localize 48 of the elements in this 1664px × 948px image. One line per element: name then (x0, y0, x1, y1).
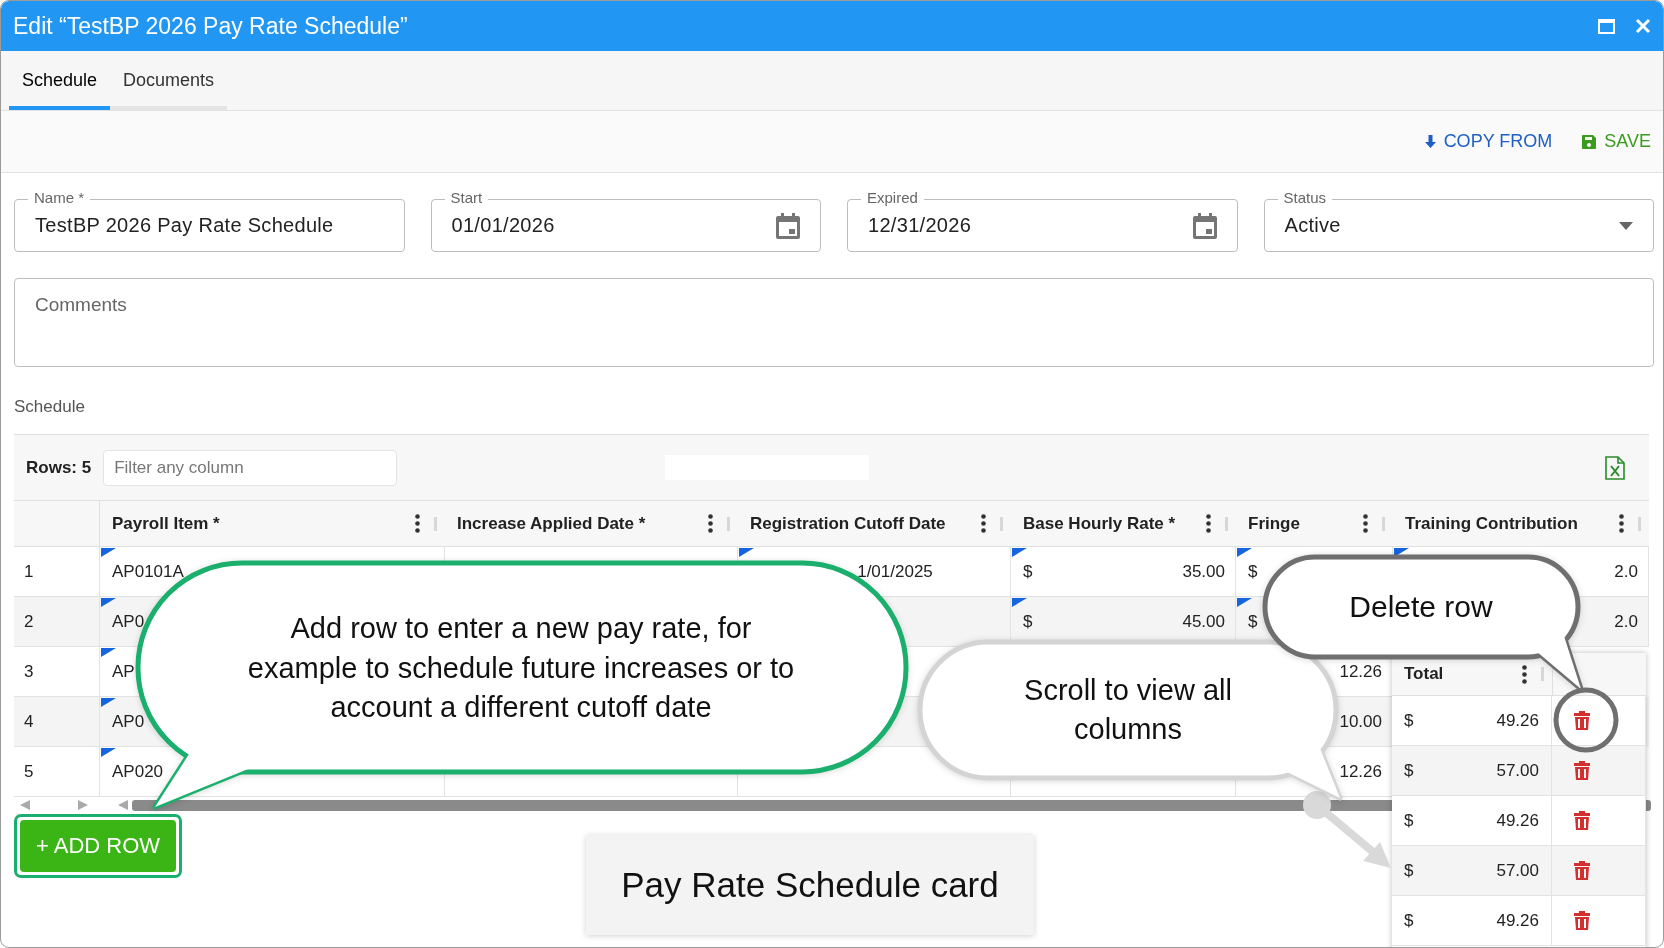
cell-text: AP0101A (112, 561, 184, 582)
currency-symbol: $ (1404, 810, 1414, 830)
amount-text: 12.26 (1339, 761, 1382, 782)
amount-text: 49.26 (1496, 810, 1539, 831)
column-header[interactable]: Registration Cutoff Date (738, 501, 1011, 546)
row-number: 5 (24, 761, 34, 782)
section-title: Schedule (14, 397, 85, 417)
amount-text: 35.00 (1182, 561, 1225, 582)
amount-text: 10.00 (1339, 711, 1382, 732)
comments-field[interactable]: Comments (14, 278, 1654, 367)
currency-symbol: $ (1248, 611, 1258, 631)
cell-text: AP0 (112, 711, 145, 732)
column-header[interactable]: Fringe (1236, 501, 1393, 546)
row-count: Rows: 5 (26, 457, 92, 478)
amount-text: 2.0 (1614, 561, 1638, 582)
amount-text: 57.00 (1496, 860, 1539, 881)
callout-text: Scroll to view all columns (1023, 672, 1233, 747)
row-number: 3 (24, 661, 34, 682)
window-title: Edit “TestBP 2026 Pay Rate Schedule” (13, 12, 409, 40)
column-header[interactable]: Increase Applied Date * (445, 501, 738, 546)
filter-field[interactable]: Filter any column (103, 449, 398, 486)
amount-text: 57.00 (1496, 760, 1539, 781)
amount-text: 49.26 (1496, 910, 1539, 931)
amount-text: 49.26 (1496, 710, 1539, 731)
amount-text: 2.0 (1614, 611, 1638, 632)
callout-text: Delete row (1349, 588, 1493, 625)
currency-symbol: $ (1404, 910, 1414, 930)
amount-text: 45.00 (1182, 611, 1225, 632)
currency-symbol: $ (1248, 561, 1258, 581)
currency-symbol: $ (1404, 760, 1414, 780)
callout-text: Add row to enter a new pay rate, for example to schedule future increases or to account a different cutoff date (246, 611, 796, 726)
caption-label: Pay Rate Schedule card (586, 835, 1034, 935)
amount-text: 12.26 (1339, 661, 1382, 682)
currency-symbol: $ (1023, 611, 1033, 631)
row-number: 1 (24, 561, 34, 582)
currency-symbol: $ (1404, 860, 1414, 880)
cell-text: AP0 (112, 611, 145, 632)
currency-symbol: $ (1023, 561, 1033, 581)
column-header[interactable]: Payroll Item * (100, 501, 445, 546)
copy-from-button[interactable]: COPY FROM (1424, 131, 1553, 152)
cell-text: AP020 (112, 761, 164, 782)
column-header[interactable]: Training Contribution (1393, 501, 1649, 546)
column-header[interactable]: Base Hourly Rate * (1011, 501, 1236, 546)
cell-text: AP (112, 661, 135, 682)
currency-symbol: $ (1404, 710, 1414, 730)
cell-text: 1/01/2025 (857, 561, 933, 582)
row-number: 4 (24, 711, 34, 732)
row-number: 2 (24, 611, 34, 632)
